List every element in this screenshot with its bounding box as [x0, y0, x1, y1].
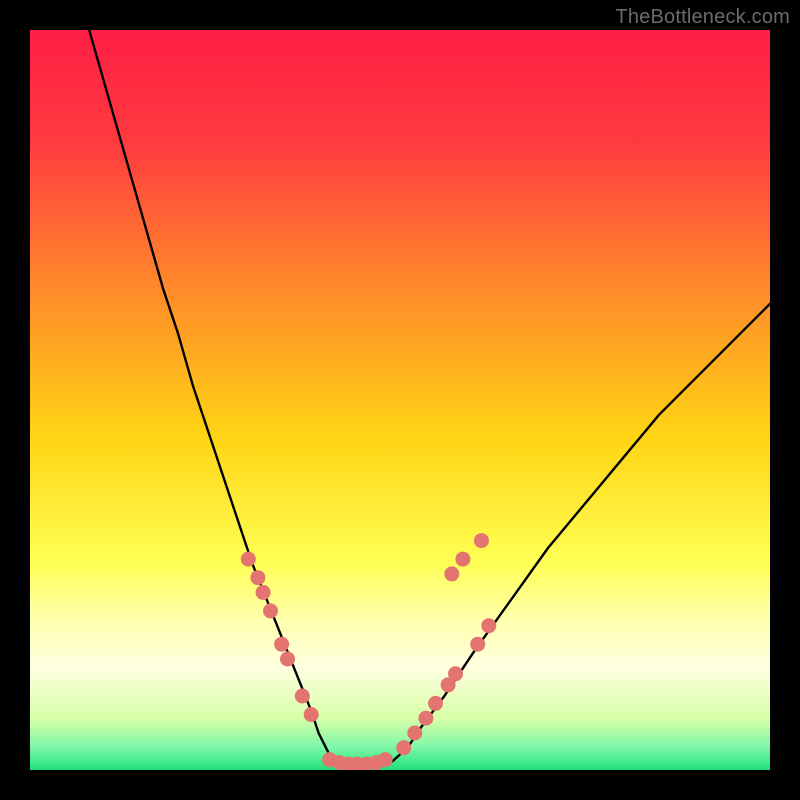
data-point	[470, 637, 485, 652]
data-point	[250, 570, 265, 585]
curve-segment	[393, 304, 770, 761]
data-point	[263, 603, 278, 618]
data-point	[444, 566, 459, 581]
data-point	[428, 696, 443, 711]
curve-segment	[89, 30, 333, 763]
data-point	[407, 726, 422, 741]
data-point	[396, 740, 411, 755]
data-point	[280, 652, 295, 667]
data-point	[455, 552, 470, 567]
data-point	[418, 711, 433, 726]
data-point	[256, 585, 271, 600]
data-point	[448, 666, 463, 681]
chart-frame: TheBottleneck.com	[0, 0, 800, 800]
data-point	[295, 689, 310, 704]
curve-layer	[30, 30, 770, 770]
data-point	[378, 752, 393, 767]
data-point	[304, 707, 319, 722]
watermark-text: TheBottleneck.com	[615, 6, 790, 29]
plot-area	[30, 30, 770, 770]
data-point	[241, 552, 256, 567]
data-point	[274, 637, 289, 652]
data-point	[474, 533, 489, 548]
data-point	[481, 618, 496, 633]
